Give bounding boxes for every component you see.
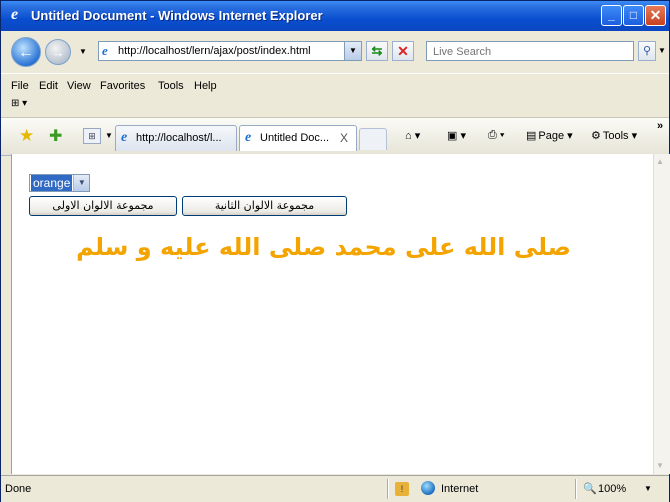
address-url[interactable]: http://localhost/lern/ajax/post/index.ht… bbox=[118, 45, 311, 57]
tools-menu-label: Tools bbox=[602, 130, 629, 142]
ie-logo-icon: e bbox=[11, 6, 19, 23]
color-select-value: orange bbox=[31, 175, 73, 191]
menu-favorites[interactable]: Favorites bbox=[100, 80, 145, 92]
stop-button[interactable]: ✕ bbox=[392, 41, 414, 61]
close-button[interactable]: ✕ bbox=[645, 5, 666, 26]
menu-help[interactable]: Help bbox=[194, 80, 217, 92]
zoom-dropdown-icon[interactable]: ▼ bbox=[644, 484, 652, 493]
browser-window: e Untitled Document - Windows Internet E… bbox=[0, 0, 670, 502]
tools-menu[interactable]: ⚙ Tools ▾ bbox=[591, 129, 637, 142]
menu-bar: File Edit View Favorites Tools Help ⊞ ▾ bbox=[1, 73, 669, 116]
menu-view[interactable]: View bbox=[67, 80, 91, 92]
status-text: Done bbox=[5, 483, 32, 495]
chevron-down-icon[interactable]: ▼ bbox=[73, 175, 90, 191]
recent-pages-dropdown-icon[interactable]: ▼ bbox=[79, 47, 87, 56]
tab-label: Untitled Doc... bbox=[260, 132, 330, 144]
globe-icon bbox=[421, 481, 435, 495]
status-divider bbox=[575, 479, 577, 499]
title-bar[interactable]: e Untitled Document - Windows Internet E… bbox=[1, 1, 669, 31]
forward-button[interactable]: → bbox=[45, 39, 71, 65]
quick-tabs-icon[interactable]: ⊞ bbox=[83, 128, 101, 144]
add-favorites-icon[interactable]: ✚ bbox=[49, 126, 62, 146]
toolbar-overflow-icon[interactable]: » bbox=[657, 120, 663, 132]
first-color-group-button[interactable]: مجموعة الالوان الاولى bbox=[29, 196, 177, 216]
page-menu[interactable]: ▤ Page ▾ bbox=[526, 129, 573, 142]
window-title: Untitled Document - Windows Internet Exp… bbox=[31, 8, 323, 23]
feeds-icon[interactable]: ▣ ▾ bbox=[447, 129, 466, 142]
refresh-button[interactable]: ⇆ bbox=[366, 41, 388, 61]
maximize-button[interactable]: □ bbox=[623, 5, 644, 26]
page-menu-label: Page bbox=[538, 130, 565, 142]
color-select[interactable]: orange ▼ bbox=[29, 174, 91, 192]
tab-close-icon[interactable]: X bbox=[340, 131, 348, 145]
page-icon: e bbox=[102, 43, 108, 58]
second-color-group-button[interactable]: مجموعة الالوان الثانية bbox=[182, 196, 347, 216]
search-input[interactable] bbox=[431, 43, 635, 61]
menu-edit[interactable]: Edit bbox=[39, 80, 58, 92]
menu-tools[interactable]: Tools bbox=[158, 80, 184, 92]
protected-mode-icon[interactable]: ! bbox=[395, 482, 409, 496]
security-zone-label: Internet bbox=[441, 483, 479, 495]
zoom-icon[interactable]: 🔍 bbox=[583, 482, 597, 495]
ie-page-icon: e bbox=[121, 130, 128, 145]
search-box[interactable] bbox=[426, 41, 635, 61]
address-toolbar: ← → ▼ e http://localhost/lern/ajax/post/… bbox=[1, 31, 669, 73]
address-bar[interactable]: e http://localhost/lern/ajax/post/index.… bbox=[98, 41, 362, 61]
address-dropdown-icon[interactable]: ▼ bbox=[344, 42, 361, 60]
search-button[interactable]: ⚲ bbox=[638, 41, 656, 61]
print-icon[interactable]: ⎙ ▾ bbox=[488, 129, 504, 142]
new-tab-button[interactable] bbox=[359, 128, 387, 150]
tab-untitled-document[interactable]: e Untitled Doc... X bbox=[239, 125, 357, 151]
tab-label: http://localhost/l... bbox=[136, 132, 222, 144]
tab-list-dropdown-icon[interactable]: ▼ bbox=[105, 131, 113, 140]
tab-bar: ★ ✚ ⊞ ▼ e http://localhost/l... e Untitl… bbox=[1, 117, 669, 156]
minimize-button[interactable]: _ bbox=[601, 5, 622, 26]
toolbar-options-icon[interactable]: ⊞ ▾ bbox=[11, 98, 27, 109]
status-bar: Done ! Internet 🔍 100% ▼ bbox=[1, 475, 669, 502]
arabic-heading: صلى الله على محمد صلى الله عليه و سلم bbox=[76, 233, 571, 261]
scroll-up-icon[interactable]: ▲ bbox=[656, 157, 664, 166]
favorites-star-icon[interactable]: ★ bbox=[19, 126, 34, 146]
scroll-down-icon[interactable]: ▼ bbox=[656, 461, 664, 470]
home-icon[interactable]: ⌂ ▾ bbox=[405, 129, 420, 142]
gear-icon: ⚙ bbox=[591, 130, 601, 142]
search-options-dropdown-icon[interactable]: ▼ bbox=[658, 46, 666, 55]
status-divider bbox=[387, 479, 389, 499]
menu-file[interactable]: File bbox=[11, 80, 29, 92]
page-menu-icon: ▤ bbox=[526, 130, 537, 142]
back-button[interactable]: ← bbox=[11, 37, 41, 67]
zoom-level[interactable]: 100% bbox=[598, 483, 626, 495]
tab-localhost[interactable]: e http://localhost/l... bbox=[115, 125, 237, 151]
ie-page-icon: e bbox=[245, 130, 252, 145]
vertical-scrollbar[interactable] bbox=[653, 154, 670, 474]
